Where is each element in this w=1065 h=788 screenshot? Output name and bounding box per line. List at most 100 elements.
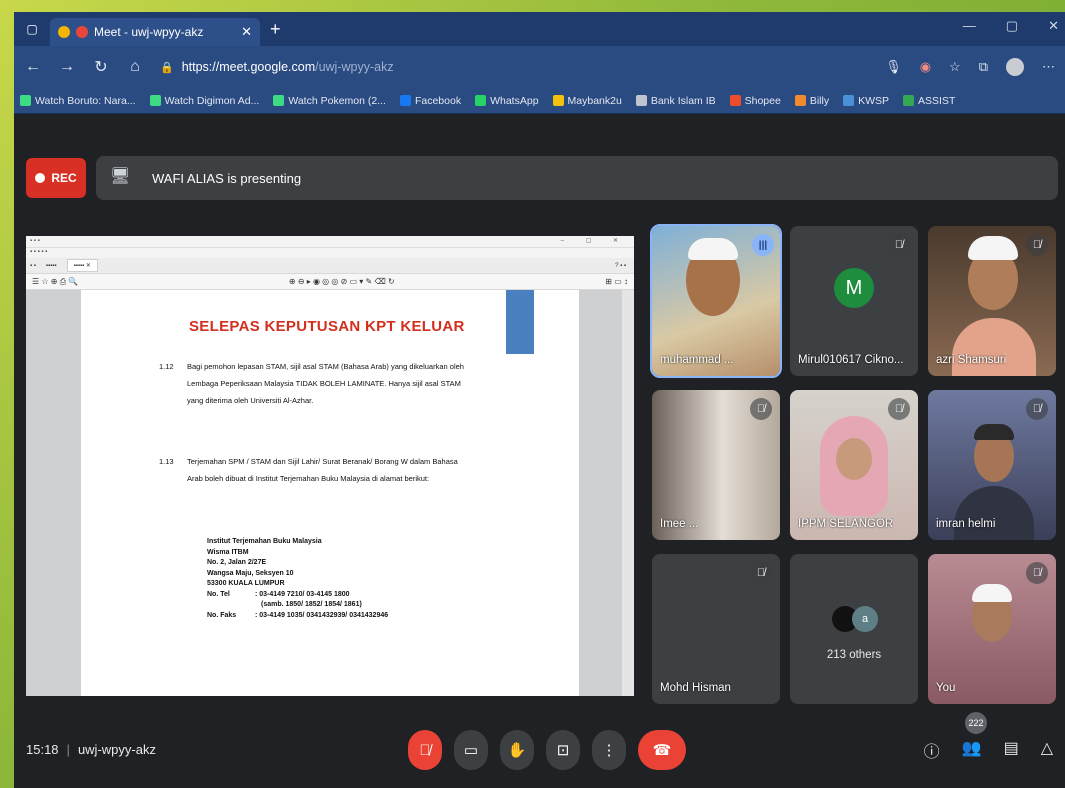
bookmark-item[interactable]: Watch Pokemon (2... — [273, 95, 386, 107]
side-panel-buttons: ⓘ 👥 ▤ △ — [924, 738, 1053, 762]
bookmark-item[interactable]: KWSP — [843, 95, 889, 107]
mic-toggle-button[interactable]: 🎙̸ — [408, 730, 442, 770]
raise-hand-button[interactable]: ✋ — [500, 730, 534, 770]
presenting-text: WAFI ALIAS is presenting — [152, 170, 302, 186]
bookmark-item[interactable]: Maybank2u — [552, 94, 622, 107]
tel-value: : 03-4149 7210/ 03-4145 1800 — [255, 590, 350, 598]
address-line: No. 2, Jalan 2/27E — [207, 559, 267, 566]
shared-screen: ▪ ▪ ▪ – ▢ ✕ ▪ ▪ ▪ ▪ ▪ ▪ ▪ ▪▪▪▪▪ ▪▪▪▪▪ ✕ ?… — [26, 236, 634, 696]
self-cap — [972, 584, 1012, 602]
app-tabs: ▪ ▪ ▪▪▪▪▪ ▪▪▪▪▪ ✕ ? ▪ ▪ — [26, 258, 634, 274]
others-tile[interactable]: a 213 others — [790, 554, 918, 704]
back-icon[interactable]: ← — [24, 58, 42, 76]
bookmark-item[interactable]: Shopee — [729, 95, 781, 107]
participant-tile[interactable]: ||| muhammad ... — [650, 224, 782, 378]
bookmark-label: Maybank2u — [567, 94, 622, 107]
app-signin: ? ▪ ▪ — [615, 262, 626, 269]
participant-tile[interactable]: 🎙̸ IPPM SELANGOR — [790, 390, 918, 540]
tab-close-icon[interactable]: ✕ — [241, 24, 252, 40]
minimize-icon[interactable]: — — [963, 18, 976, 34]
bookmark-label: KWSP — [858, 94, 890, 107]
bookmark-label: Watch Boruto: Nara... — [35, 94, 136, 107]
camera-blocked-icon[interactable]: ◉ — [920, 59, 931, 75]
muted-mic-icon: 🎙̸ — [750, 562, 772, 584]
participant-tile[interactable]: 🎙̸ azri Shamsuri — [928, 226, 1056, 376]
muted-mic-icon: 🎙̸ — [1026, 562, 1048, 584]
doc-toolbar-icons-left: ☰ ☆ ⊕ ⎙ 🔍 — [32, 276, 79, 286]
info-icon[interactable]: ⓘ — [924, 738, 940, 762]
chat-icon[interactable]: ▤ — [1004, 738, 1019, 762]
bookmark-label: Watch Digimon Ad... — [164, 94, 260, 107]
leave-call-button[interactable]: ☎ — [638, 730, 686, 770]
collections-icon[interactable]: ⧉ — [979, 59, 988, 75]
favorite-icon[interactable]: ☆ — [949, 59, 961, 75]
bookmark-item[interactable]: Watch Boruto: Nara... — [20, 95, 136, 107]
mic-off-icon: 🎙̸ — [419, 741, 431, 759]
participant-tile[interactable]: 🎙̸ Imee ... — [652, 390, 780, 540]
maximize-icon[interactable]: ▢ — [1006, 18, 1018, 34]
call-controls: 🎙̸ ▭ ✋ ⊡ ⋮ ☎ — [408, 730, 686, 770]
window-controls: — ▢ ✕ — [963, 18, 1059, 34]
forward-icon[interactable]: → — [58, 58, 76, 76]
home-icon[interactable]: ⌂ — [126, 58, 144, 76]
para-2-text: Terjemahan SPM / STAM dan Sijil Lahir/ S… — [187, 457, 458, 483]
bookmark-favicon-icon — [149, 95, 161, 106]
window-close-icon[interactable]: ✕ — [1048, 18, 1059, 34]
self-tile[interactable]: 🎙̸ You — [928, 554, 1056, 704]
separator: | — [66, 742, 70, 757]
bookmark-label: WhatsApp — [490, 94, 539, 107]
para-2-number: 1.13 — [159, 457, 174, 466]
url-field[interactable]: 🔒 https://meet.google.com/uwj-wpyy-akz — [160, 53, 869, 81]
tab-actions-icon[interactable]: ▢ — [22, 19, 42, 39]
bookmark-favicon-icon — [843, 95, 855, 106]
address-line: Institut Terjemahan Buku Malaysia — [207, 538, 322, 545]
rec-label: REC — [51, 171, 77, 185]
address-line: Wisma ITBM — [207, 548, 249, 556]
more-menu-icon[interactable]: ⋯ — [1042, 59, 1055, 75]
para-1-number: 1.12 — [159, 362, 174, 371]
mic-indicator-icon[interactable]: 🎙 — [885, 59, 902, 75]
muted-mic-icon: 🎙̸ — [750, 398, 772, 420]
participant-tile[interactable]: 🎙̸ Mohd Hisman — [652, 554, 780, 704]
more-options-button[interactable]: ⋮ — [592, 730, 626, 770]
participant-tile[interactable]: 🎙̸ M Mirul010617 Cikno... — [790, 226, 918, 376]
bookmark-item[interactable]: Facebook — [399, 94, 462, 107]
doc-address-block: Institut Terjemahan Buku Malaysia Wisma … — [207, 537, 388, 621]
self-name: You — [936, 682, 956, 694]
participant-count-badge: 222 — [965, 712, 987, 734]
tel-label: No. Tel — [207, 590, 230, 598]
bookmark-label: ASSIST — [918, 94, 956, 107]
tel-row: No. Tel : 03-4149 7210/ 03-4145 1800 — [207, 590, 388, 601]
recording-badge[interactable]: REC — [26, 158, 86, 198]
present-button[interactable]: ⊡ — [546, 730, 580, 770]
bookmark-favicon-icon — [552, 95, 564, 106]
app-tab-1: ▪▪▪▪▪ — [45, 262, 57, 269]
bookmark-item[interactable]: Billy — [794, 95, 829, 107]
people-icon[interactable]: 👥 — [962, 738, 982, 762]
bookmark-label: Facebook — [414, 94, 462, 107]
bookmark-favicon-icon — [399, 95, 411, 106]
bookmark-item[interactable]: Bank Islam IB — [635, 95, 716, 107]
tel-ext: (samb. 1850/ 1852/ 1854/ 1861) — [261, 601, 362, 608]
bookmark-favicon-icon — [903, 95, 915, 106]
app-home-tab: ▪ ▪ — [30, 262, 36, 269]
bookmark-item[interactable]: WhatsApp — [475, 94, 539, 107]
bookmark-item[interactable]: ASSIST — [903, 95, 955, 107]
toolbar-icons: 🎙 ◉ ☆ ⧉ ⋯ — [885, 58, 1055, 76]
bookmark-item[interactable]: Watch Digimon Ad... — [149, 94, 260, 107]
activities-icon[interactable]: △ — [1041, 738, 1053, 762]
present-icon: ⊡ — [556, 742, 570, 759]
meet-controls-bar: 15:18 | uwj-wpyy-akz 🎙̸ ▭ ✋ ⊡ ⋮ ☎ 222 ⓘ … — [14, 712, 1065, 788]
new-tab-icon[interactable]: + — [270, 19, 281, 40]
camera-icon: ▭ — [463, 742, 479, 759]
participant-tile[interactable]: 🎙̸ imran helmi — [928, 390, 1056, 540]
doc-paragraph-2: 1.13 Terjemahan SPM / STAM dan Sijil Lah… — [159, 453, 472, 487]
profile-avatar[interactable] — [1006, 58, 1024, 76]
recording-favicon-icon — [76, 26, 88, 38]
doc-scrollbar[interactable] — [622, 290, 634, 696]
tab-meet[interactable]: Meet - uwj-wpyy-akz ✕ — [50, 18, 260, 46]
reload-icon[interactable]: ↻ — [92, 57, 110, 77]
present-screen-icon: 🖥 — [110, 168, 131, 185]
camera-toggle-button[interactable]: ▭ — [454, 730, 488, 770]
bookmarks-bar: Watch Boruto: Nara... Watch Digimon Ad...… — [14, 88, 1065, 114]
